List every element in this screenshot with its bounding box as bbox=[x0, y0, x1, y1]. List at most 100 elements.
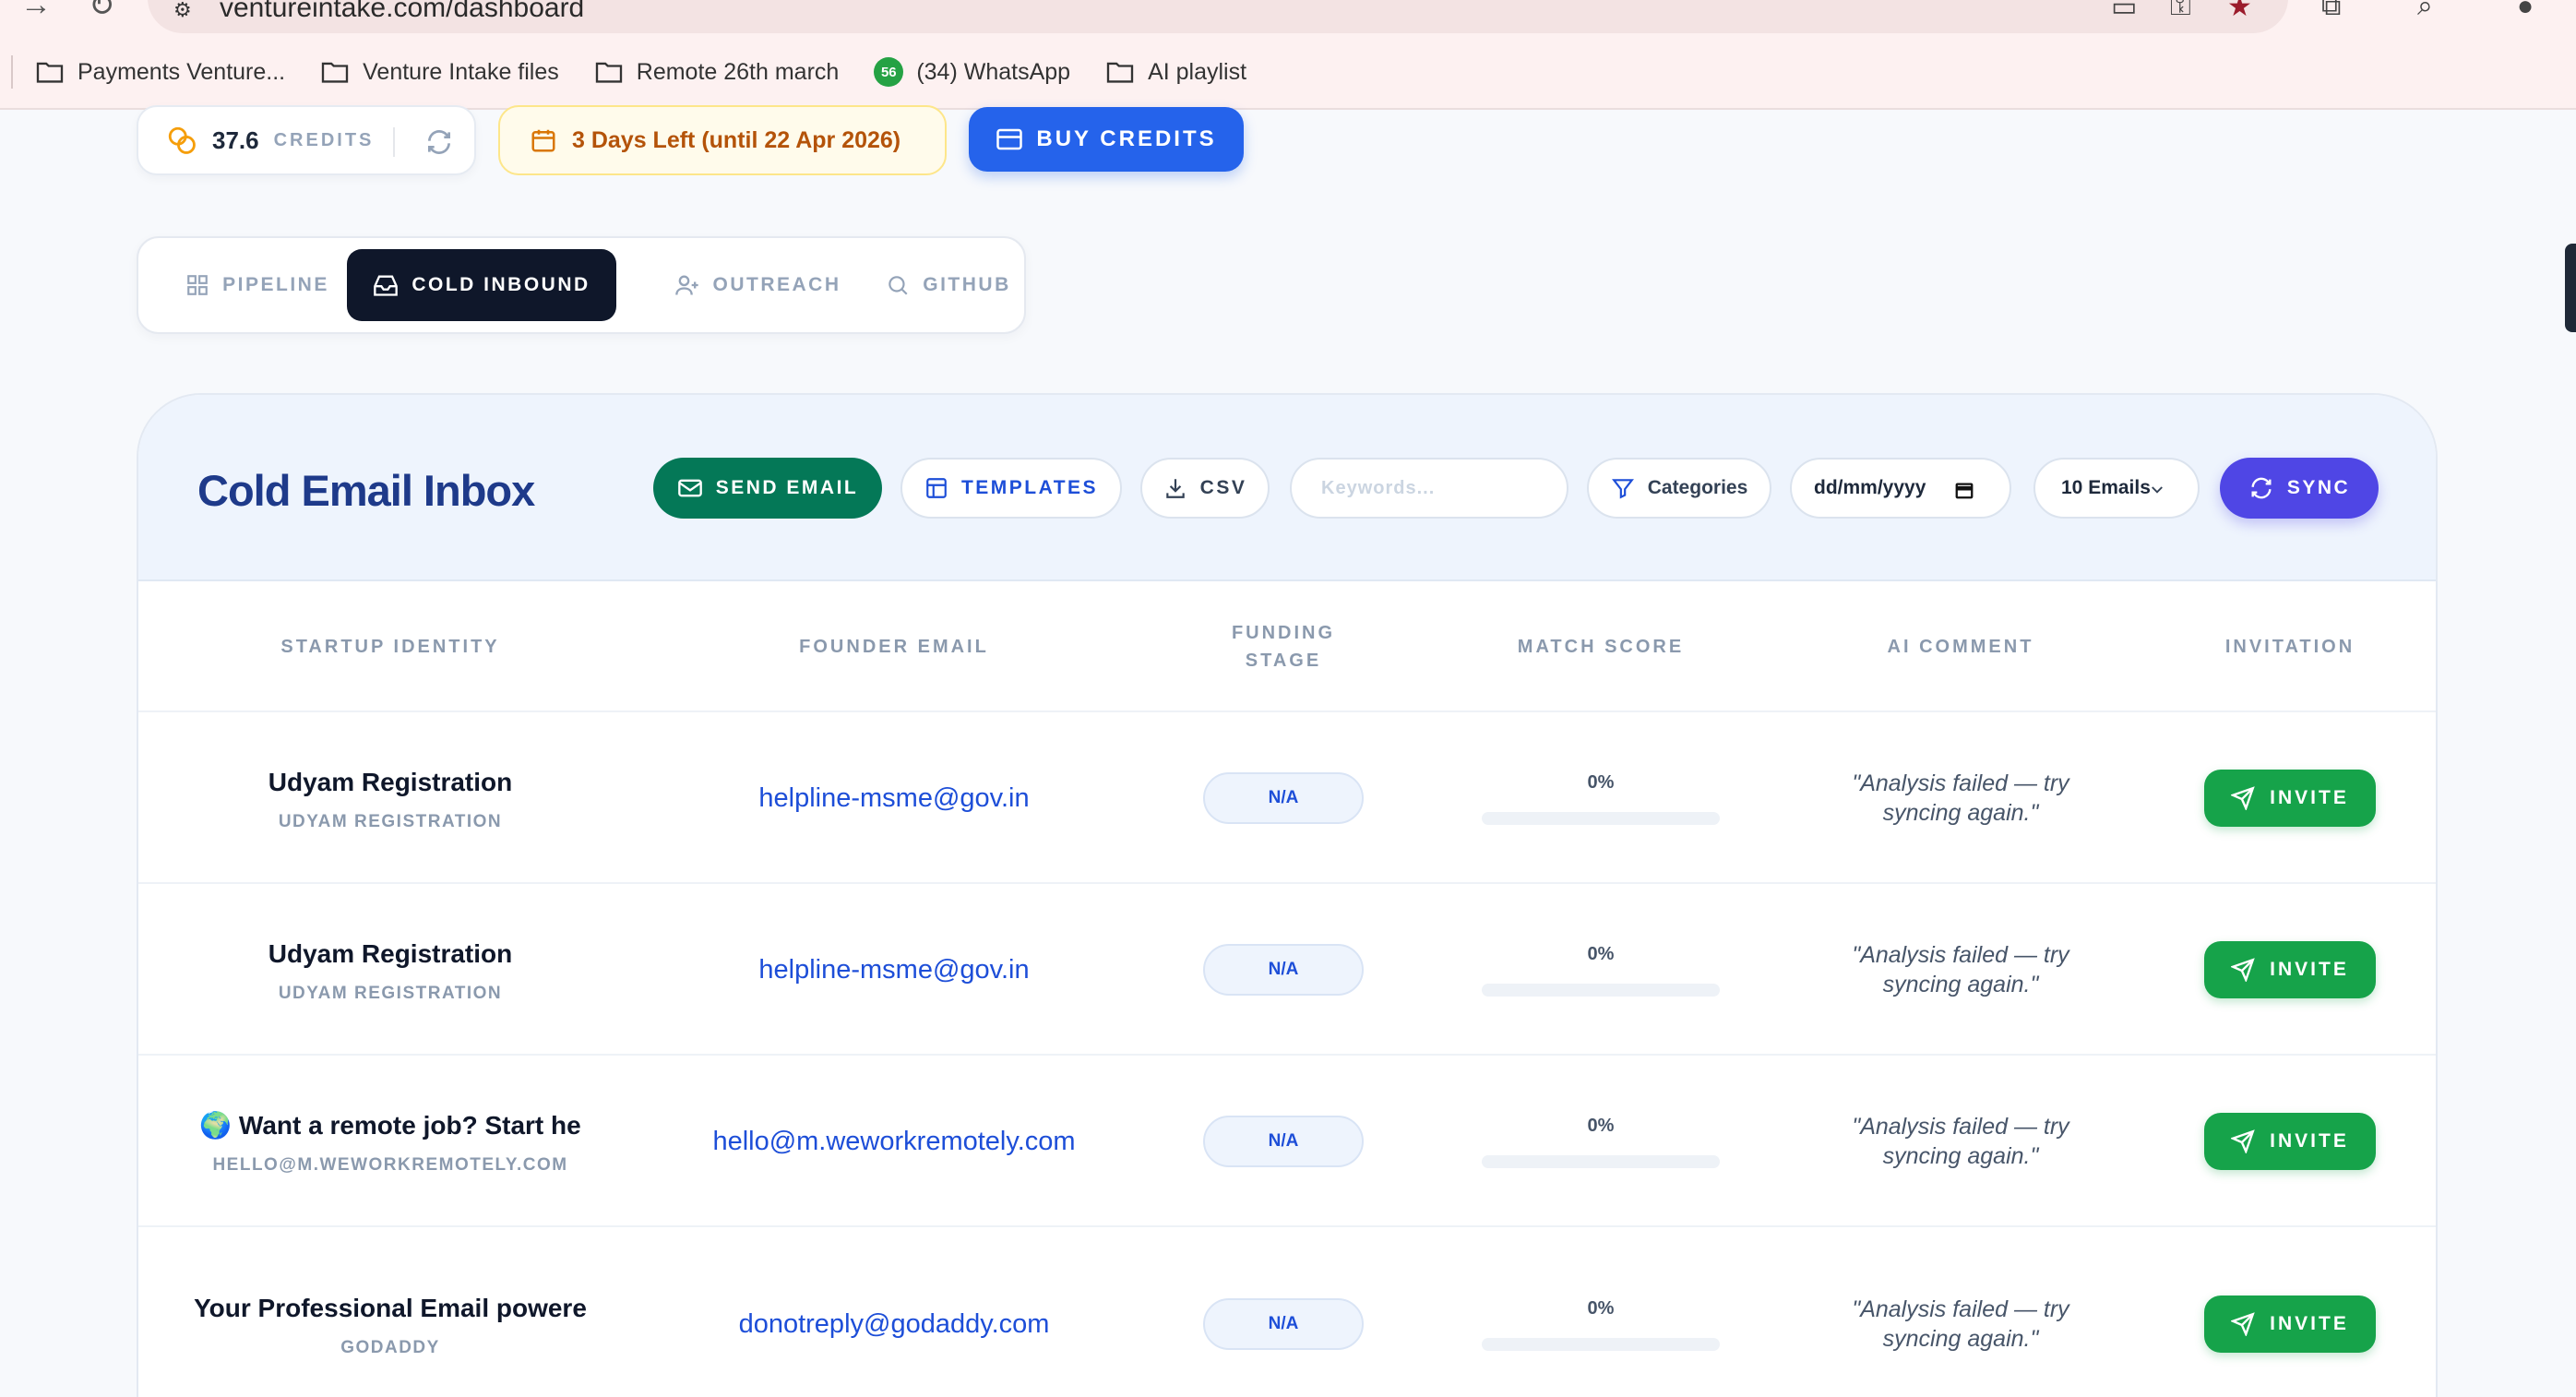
sync-button[interactable]: SYNC bbox=[2220, 458, 2379, 519]
credits-balance: 37.6 CREDITS bbox=[137, 105, 476, 175]
match-score-cell: 0% bbox=[1421, 884, 1781, 1056]
table-row: 🌍 Want a remote job? Start he HELLO@M.WE… bbox=[138, 1056, 2436, 1227]
folder-icon bbox=[321, 62, 349, 83]
main-tabs: PIPELINE COLD INBOUND OUTREACH GITHUB bbox=[137, 236, 1026, 334]
col-invitation: INVITATION bbox=[2224, 637, 2355, 657]
bookmark-label: Payments Venture... bbox=[78, 58, 286, 85]
browser-chrome: → ↻ ⚙ ventureintake.com/dashboard ▭ ⚿ ★ … bbox=[0, 0, 2576, 110]
match-score-bar bbox=[1482, 1154, 1720, 1168]
invitation-cell: INVITE bbox=[2141, 712, 2436, 884]
tab-outreach[interactable]: OUTREACH bbox=[627, 249, 888, 321]
tab-label: OUTREACH bbox=[712, 274, 841, 295]
invite-button[interactable]: INVITE bbox=[2204, 941, 2376, 998]
profile-avatar[interactable]: ● bbox=[2517, 0, 2534, 22]
calendar-icon[interactable] bbox=[1954, 480, 1974, 500]
invite-button[interactable]: INVITE bbox=[2204, 1296, 2376, 1353]
tab-label: PIPELINE bbox=[222, 274, 329, 295]
address-bar[interactable]: ⚙ ventureintake.com/dashboard bbox=[148, 0, 2288, 33]
startup-name: Udyam Registration bbox=[268, 768, 513, 796]
ai-comment-cell: "Analysis failed — try syncing again." bbox=[1781, 712, 2141, 884]
forward-icon[interactable]: → bbox=[20, 0, 52, 23]
emails-count-select[interactable]: 10 Emails bbox=[2033, 458, 2200, 519]
startup-name: Your Professional Email powere bbox=[194, 1294, 587, 1322]
founder-email-cell: hello@m.weworkremotely.com bbox=[642, 1056, 1146, 1227]
credit-card-icon bbox=[996, 128, 1023, 150]
startup-identity-cell: 🌍 Want a remote job? Start he HELLO@M.WE… bbox=[138, 1056, 642, 1227]
categories-filter-button[interactable]: Categories bbox=[1587, 458, 1771, 519]
bookmarks-bar: Payments Venture... Venture Intake files… bbox=[35, 54, 1282, 90]
bookmark-whatsapp[interactable]: 56 (34) WhatsApp bbox=[874, 57, 1070, 87]
page-title: Cold Email Inbox bbox=[197, 466, 535, 515]
ai-comment-text: "Analysis failed — try syncing again." bbox=[1852, 1114, 2069, 1169]
invite-label: INVITE bbox=[2270, 1130, 2349, 1152]
bookmark-star-icon[interactable]: ★ bbox=[2227, 0, 2252, 23]
templates-button[interactable]: TEMPLATES bbox=[900, 458, 1122, 519]
founder-email-link[interactable]: helpline-msme@gov.in bbox=[758, 955, 1029, 985]
founder-email-link[interactable]: hello@m.weworkremotely.com bbox=[712, 1127, 1075, 1157]
keywords-search-input[interactable] bbox=[1290, 458, 1568, 519]
invite-label: INVITE bbox=[2270, 959, 2349, 980]
calendar-icon bbox=[531, 129, 555, 152]
col-founder-email: FOUNDER EMAIL bbox=[799, 637, 989, 657]
key-icon[interactable]: ⚿ bbox=[2170, 0, 2191, 22]
invite-button[interactable]: INVITE bbox=[2204, 1113, 2376, 1170]
send-icon bbox=[2231, 1129, 2255, 1153]
founder-email-link[interactable]: donotreply@godaddy.com bbox=[739, 1309, 1050, 1340]
mail-icon bbox=[677, 479, 702, 497]
coins-icon bbox=[168, 126, 196, 154]
sync-label: SYNC bbox=[2286, 477, 2351, 498]
grid-icon bbox=[187, 275, 208, 295]
bookmark-label: Venture Intake files bbox=[363, 58, 559, 85]
refresh-credits-icon[interactable] bbox=[424, 127, 454, 157]
chevron-down-icon bbox=[2152, 486, 2163, 494]
bookmark-venture-intake-files[interactable]: Venture Intake files bbox=[320, 59, 559, 86]
col-ai-comment: AI COMMENT bbox=[1887, 637, 2034, 657]
bookmark-separator bbox=[11, 55, 13, 89]
reading-list-icon[interactable]: ⌕ bbox=[2417, 0, 2433, 22]
tab-cold-inbound[interactable]: COLD INBOUND bbox=[347, 249, 616, 321]
bookmark-ai-playlist[interactable]: AI playlist bbox=[1105, 59, 1246, 86]
startup-identity-cell: Udyam Registration UDYAM REGISTRATION bbox=[138, 884, 642, 1056]
reload-icon[interactable]: ↻ bbox=[89, 0, 115, 24]
tab-github[interactable]: GITHUB bbox=[867, 249, 1030, 321]
invite-label: INVITE bbox=[2270, 787, 2349, 808]
bookmark-remote-26th-march[interactable]: Remote 26th march bbox=[594, 59, 839, 86]
csv-label: CSV bbox=[1199, 477, 1247, 498]
buy-credits-button[interactable]: BUY CREDITS bbox=[969, 107, 1244, 172]
table-row: Udyam Registration UDYAM REGISTRATION he… bbox=[138, 884, 2436, 1056]
startup-identity-cell: Your Professional Email powere GODADDY bbox=[138, 1227, 642, 1397]
table-header: STARTUP IDENTITY FOUNDER EMAIL FUNDING S… bbox=[138, 581, 2436, 712]
templates-label: TEMPLATES bbox=[960, 477, 1099, 498]
refresh-icon bbox=[2251, 477, 2272, 499]
bookmark-payments-venture[interactable]: Payments Venture... bbox=[35, 59, 285, 86]
invite-button[interactable]: INVITE bbox=[2204, 770, 2376, 827]
divider bbox=[393, 127, 395, 157]
site-settings-icon[interactable]: ⚙ bbox=[173, 0, 192, 22]
founder-email-link[interactable]: helpline-msme@gov.in bbox=[758, 783, 1029, 814]
cast-icon[interactable]: ▭ bbox=[2111, 0, 2137, 23]
inbox-icon bbox=[374, 275, 399, 296]
match-score-bar bbox=[1482, 811, 1720, 825]
send-email-button[interactable]: SEND EMAIL bbox=[653, 458, 882, 519]
folder-icon bbox=[1106, 62, 1134, 83]
startup-sender: UDYAM REGISTRATION bbox=[278, 812, 503, 831]
categories-label: Categories bbox=[1647, 477, 1748, 498]
founder-email-cell: donotreply@godaddy.com bbox=[642, 1227, 1146, 1397]
extensions-icon[interactable]: ⧉ bbox=[2321, 0, 2341, 22]
side-panel-handle[interactable] bbox=[2565, 244, 2576, 332]
invite-label: INVITE bbox=[2270, 1313, 2349, 1334]
trial-days-left-badge: 3 Days Left (until 22 Apr 2026) bbox=[498, 105, 947, 175]
buy-credits-label: BUY CREDITS bbox=[1036, 126, 1217, 151]
send-icon bbox=[2231, 958, 2255, 982]
tab-pipeline[interactable]: PIPELINE bbox=[161, 249, 354, 321]
startup-identity-cell: Udyam Registration UDYAM REGISTRATION bbox=[138, 712, 642, 884]
send-email-label: SEND EMAIL bbox=[715, 477, 859, 498]
ai-comment-text: "Analysis failed — try syncing again." bbox=[1852, 1296, 2069, 1352]
invitation-cell: INVITE bbox=[2141, 1227, 2436, 1397]
startup-sender: HELLO@M.WEWORKREMOTELY.COM bbox=[212, 1155, 568, 1175]
send-icon bbox=[2231, 1312, 2255, 1336]
funding-stage-badge: N/A bbox=[1203, 1116, 1364, 1167]
csv-export-button[interactable]: CSV bbox=[1140, 458, 1270, 519]
date-filter-input[interactable]: dd/mm/yyyy bbox=[1790, 458, 2011, 519]
startup-name: 🌍 Want a remote job? Start he bbox=[199, 1111, 581, 1140]
